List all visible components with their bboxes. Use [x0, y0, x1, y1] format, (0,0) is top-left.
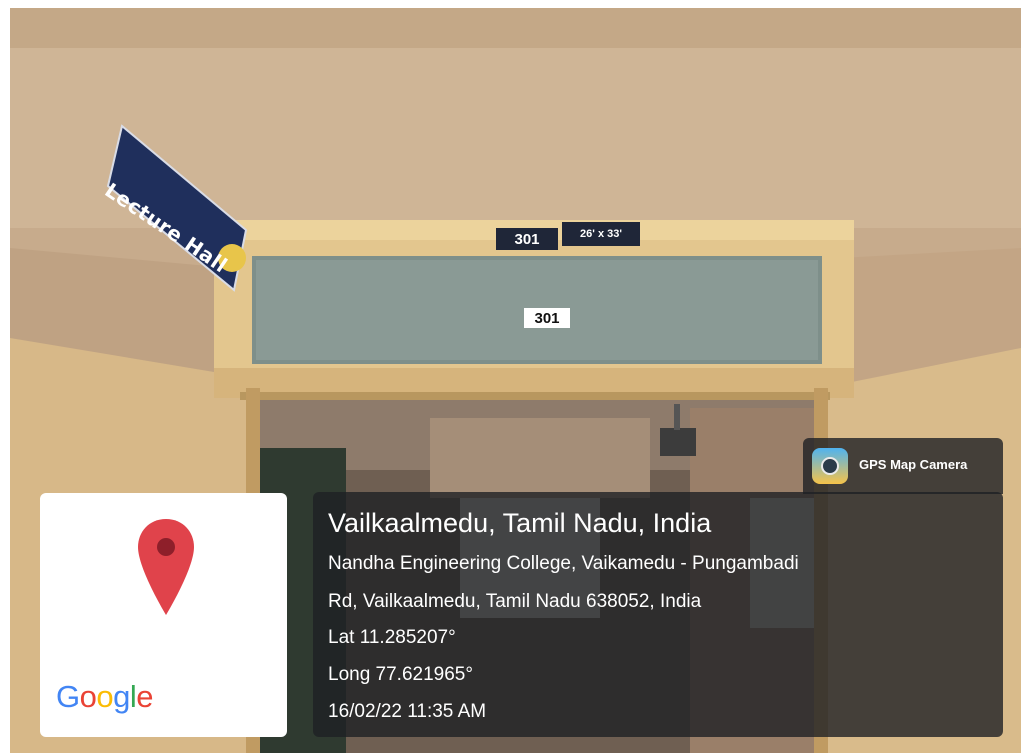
address-line-1: Nandha Engineering College, Vaikamedu - …: [328, 553, 799, 574]
map-pin-icon: [138, 519, 194, 615]
google-logo-letter: e: [136, 679, 154, 714]
address-line-2: Rd, Vailkaalmedu, Tamil Nadu 638052, Ind…: [328, 591, 702, 612]
gps-map-camera-badge: GPS Map Camera: [803, 438, 1003, 494]
google-logo-letter: o: [79, 679, 97, 714]
longitude: Long 77.621965°: [328, 664, 473, 685]
timestamp: 16/02/22 11:35 AM: [328, 701, 487, 722]
google-logo-letter: o: [96, 679, 114, 714]
camera-lens-icon: [812, 448, 848, 484]
glass-room-number: 301: [524, 308, 570, 328]
gps-badge-label: GPS Map Camera: [859, 457, 968, 472]
room-number-plate: 301: [496, 228, 558, 250]
google-logo: Google: [56, 679, 154, 715]
room-dimensions-plate: 26' x 33': [562, 222, 640, 246]
location-title: Vailkaalmedu, Tamil Nadu, India: [328, 508, 712, 538]
google-logo-letter: G: [56, 679, 80, 714]
latitude: Lat 11.285207°: [328, 627, 456, 648]
map-thumbnail: Google: [40, 493, 287, 737]
google-logo-letter: g: [113, 679, 130, 714]
